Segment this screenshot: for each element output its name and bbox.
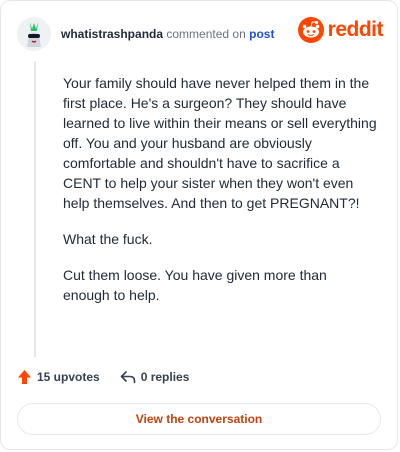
comment-card: whatistrashpanda commented on post reddi… bbox=[0, 0, 398, 450]
reply-stat[interactable]: 0 replies bbox=[120, 370, 190, 384]
card-header: whatistrashpanda commented on post reddi… bbox=[17, 15, 384, 53]
comment-paragraph: Cut them loose. You have given more than… bbox=[63, 267, 327, 303]
comment-paragraph: Your family should have never helped the… bbox=[63, 75, 377, 211]
upvote-arrow-icon bbox=[18, 370, 31, 384]
post-link[interactable]: post bbox=[249, 27, 274, 41]
comment-footer: 15 upvotes 0 replies bbox=[17, 369, 189, 385]
upvote-stat[interactable]: 15 upvotes bbox=[17, 369, 100, 385]
username-link[interactable]: whatistrashpanda bbox=[61, 27, 163, 41]
reply-count: 0 replies bbox=[140, 370, 190, 384]
user-avatar[interactable] bbox=[17, 17, 51, 51]
reply-icon bbox=[120, 371, 136, 384]
upvote-count: 15 upvotes bbox=[37, 370, 100, 384]
header-action: commented on bbox=[166, 27, 246, 41]
view-conversation-button[interactable]: View the conversation bbox=[17, 403, 381, 435]
reddit-wordmark: reddit bbox=[327, 18, 384, 41]
comment-paragraph: What the fuck. bbox=[63, 231, 153, 247]
reddit-brand[interactable]: reddit bbox=[297, 17, 384, 43]
comment-body: Your family should have never helped the… bbox=[63, 73, 377, 321]
thread-line bbox=[34, 61, 36, 357]
header-text: whatistrashpanda commented on post bbox=[61, 27, 274, 41]
reddit-logo-icon bbox=[297, 17, 324, 43]
